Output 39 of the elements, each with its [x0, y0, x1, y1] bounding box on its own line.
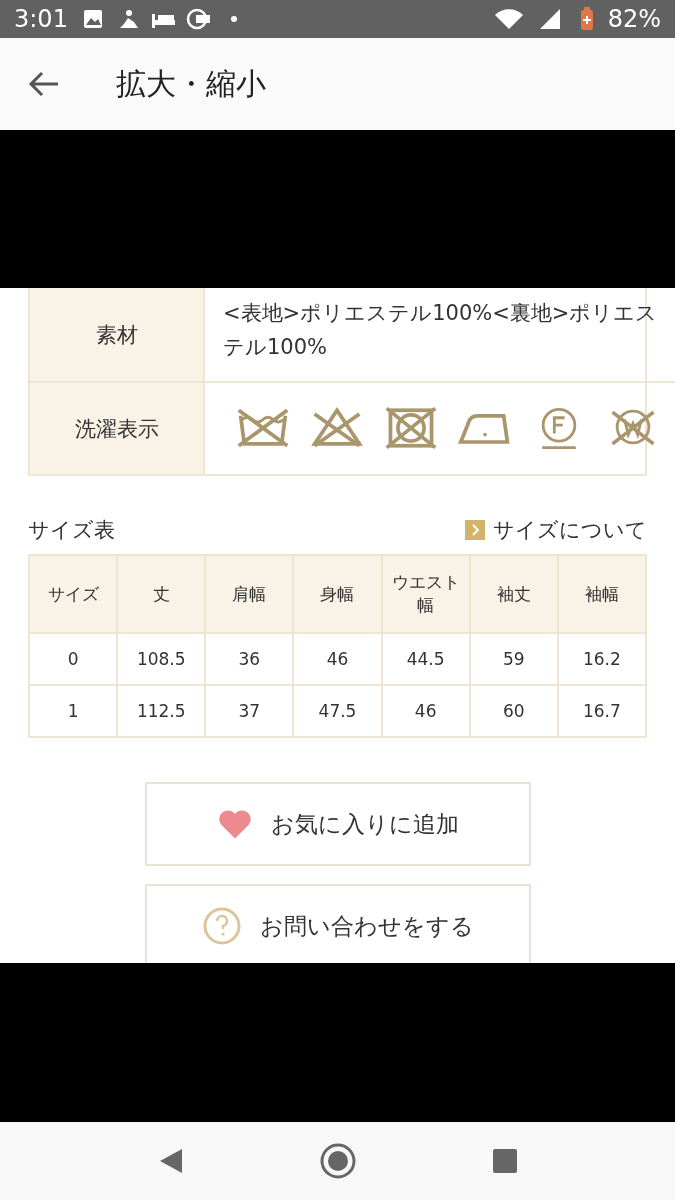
table-cell: 37 [205, 685, 294, 737]
table-cell: 0 [29, 633, 118, 685]
home-nav-icon[interactable] [318, 1142, 357, 1180]
inquiry-button[interactable]: お問い合わせをする [144, 884, 531, 963]
table-cell: 59 [469, 633, 558, 685]
screen-title: 拡大・縮小 [116, 64, 266, 103]
column-header: サイズ [29, 555, 118, 633]
table-cell: 46 [293, 633, 382, 685]
table-cell: 108.5 [117, 633, 206, 685]
wifi-icon [493, 8, 524, 30]
column-header: 丈 [117, 555, 206, 633]
clock: 3:01 [14, 5, 68, 33]
table-cell: 60 [469, 685, 558, 737]
table-cell: 16.7 [557, 685, 646, 737]
recents-nav-icon[interactable] [491, 1148, 518, 1174]
favorite-button[interactable]: お気に入りに追加 [144, 782, 531, 866]
battery-percent: 82% [607, 5, 661, 33]
chevron-icon [465, 520, 485, 540]
size-guide-link[interactable]: サイズについて [465, 516, 647, 544]
table-cell: 112.5 [117, 685, 206, 737]
battery-icon [579, 7, 594, 31]
question-circle-icon [201, 906, 242, 946]
column-header: 身幅 [293, 555, 382, 633]
section-title: サイズ表 [28, 517, 115, 544]
table-cell: 36 [205, 633, 294, 685]
column-header: 肩幅 [205, 555, 294, 633]
table-cell: 46 [381, 685, 470, 737]
table-cell: 1 [29, 685, 118, 737]
column-header: 袖丈 [469, 555, 558, 633]
back-arrow-icon[interactable] [28, 70, 60, 98]
heart-icon [216, 808, 253, 840]
table-cell: 44.5 [381, 633, 470, 685]
table-cell: 16.2 [557, 633, 646, 685]
table-cell: 47.5 [293, 685, 382, 737]
spec-value: <表地>ポリエステル100%<裏地>ポリエステル100% [223, 300, 659, 361]
column-header: ウエスト幅 [381, 555, 470, 633]
spec-label: 素材 [95, 321, 138, 349]
column-header: 袖幅 [557, 555, 646, 633]
spec-label: 洗濯表示 [74, 415, 159, 443]
